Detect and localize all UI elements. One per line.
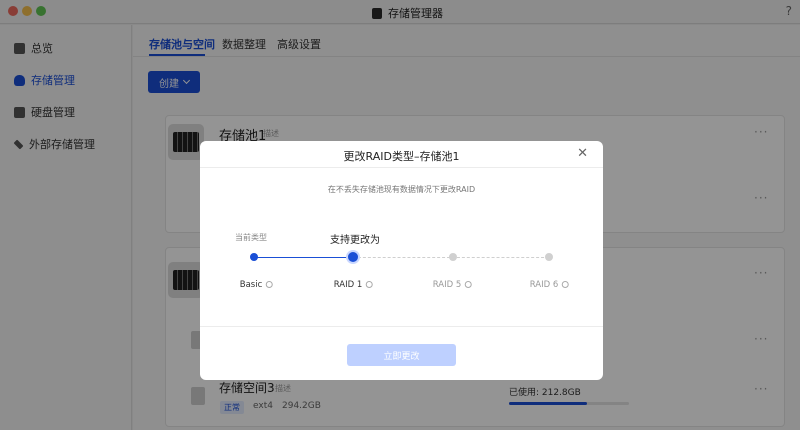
raid-step-label: Basic	[239, 280, 263, 290]
raid-step-dot-raid5[interactable]	[449, 253, 457, 261]
raid-step-label: RAID 5	[432, 280, 462, 290]
progress-line-active	[254, 257, 353, 258]
raid-step-raid5[interactable]: RAID 5	[433, 280, 472, 290]
current-type-label: 当前类型	[235, 233, 267, 242]
info-icon[interactable]	[464, 281, 472, 288]
raid-step-raid1[interactable]: RAID 1	[334, 280, 373, 290]
raid-step-dot-raid6[interactable]	[545, 253, 553, 261]
raid-step-raid6[interactable]: RAID 6	[530, 280, 569, 290]
raid-step-dot-basic	[250, 253, 258, 261]
dialog-title: 更改RAID类型–存储池1	[343, 150, 460, 163]
raid-step-dot-raid1[interactable]	[348, 252, 358, 262]
apply-now-button[interactable]: 立即更改	[347, 344, 456, 366]
dialog-header: 更改RAID类型–存储池1 ✕	[200, 141, 603, 168]
dialog-subtitle: 在不丢失存储池现有数据情况下更改RAID	[327, 185, 476, 194]
info-icon[interactable]	[265, 281, 273, 288]
raid-step-label: RAID 6	[529, 280, 559, 290]
info-icon[interactable]	[561, 281, 569, 288]
info-icon[interactable]	[365, 281, 373, 288]
close-icon[interactable]: ✕	[577, 146, 588, 161]
supported-types-label: 支持更改为	[330, 235, 380, 246]
change-raid-dialog: 更改RAID类型–存储池1 ✕ 在不丢失存储池现有数据情况下更改RAID 当前类…	[200, 141, 603, 380]
dialog-divider	[200, 326, 603, 327]
raid-step-label: RAID 1	[333, 280, 363, 290]
raid-step-basic: Basic	[240, 280, 273, 290]
